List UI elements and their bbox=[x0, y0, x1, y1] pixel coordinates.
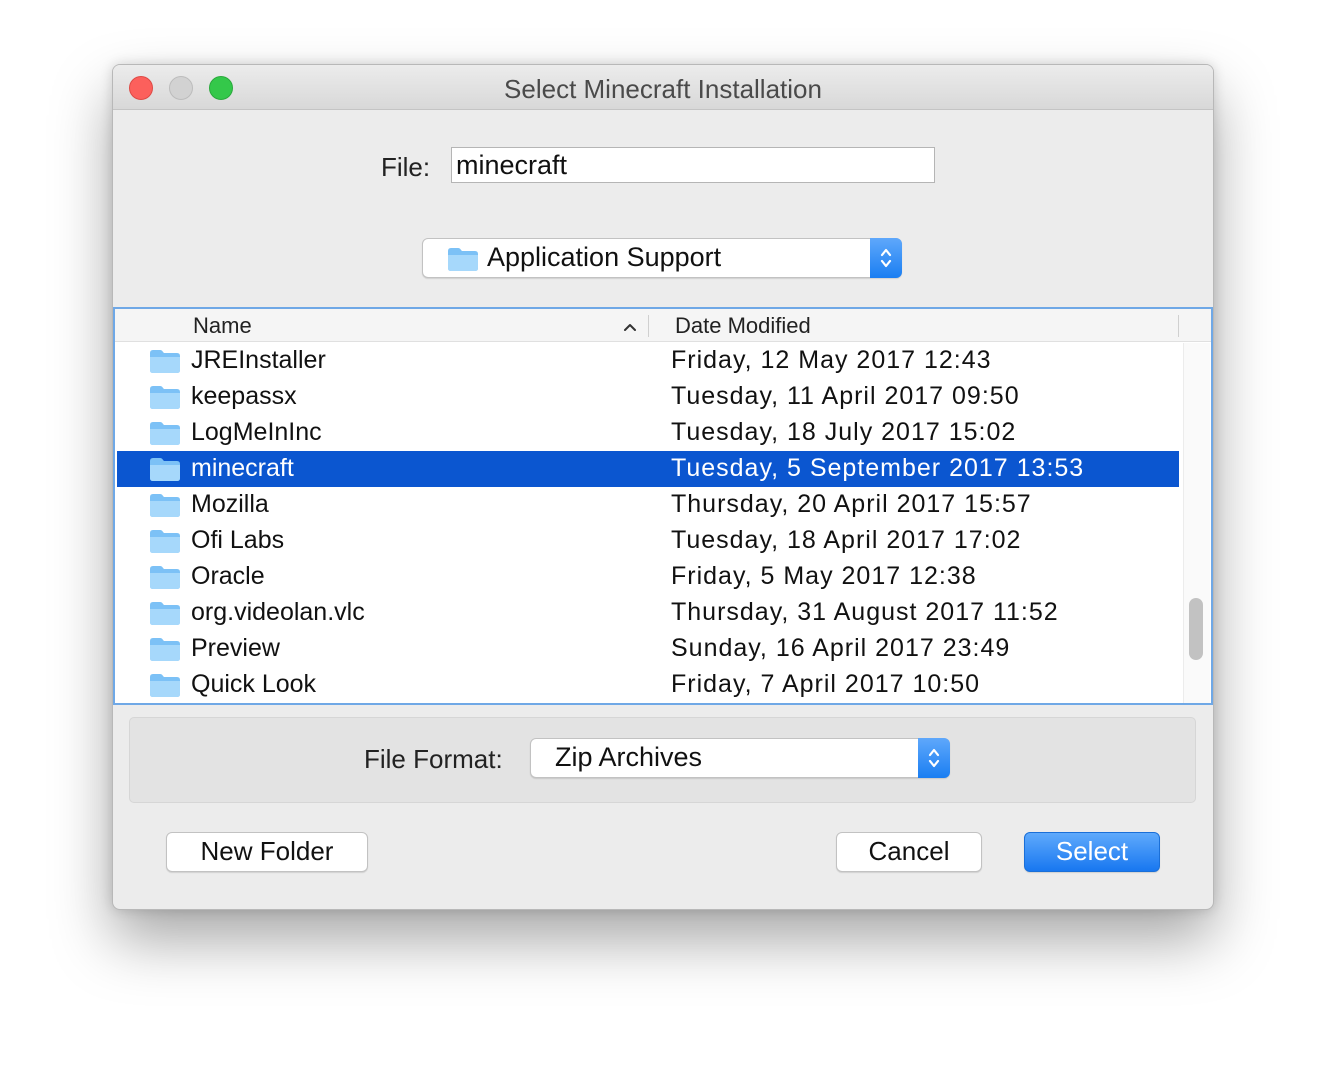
header-divider bbox=[1178, 315, 1179, 337]
list-row[interactable]: LogMeInInc Tuesday, 18 July 2017 15:02 bbox=[117, 415, 1179, 451]
list-row[interactable]: Mozilla Thursday, 20 April 2017 15:57 bbox=[117, 487, 1179, 523]
list-row[interactable]: minecraft Tuesday, 5 September 2017 13:53 bbox=[117, 451, 1179, 487]
title-bar: Select Minecraft Installation bbox=[113, 65, 1213, 110]
folder-icon bbox=[149, 528, 181, 559]
folder-icon bbox=[149, 456, 181, 487]
row-name: Preview bbox=[191, 634, 280, 662]
list-row[interactable]: Preview Sunday, 16 April 2017 23:49 bbox=[117, 631, 1179, 667]
row-name: LogMeInInc bbox=[191, 418, 322, 446]
list-row[interactable]: org.videolan.vlc Thursday, 31 August 2017… bbox=[117, 595, 1179, 631]
row-name: Quick Look bbox=[191, 670, 317, 698]
row-date-modified: Friday, 5 May 2017 12:38 bbox=[671, 562, 977, 590]
folder-icon bbox=[149, 384, 181, 415]
file-list[interactable]: Name Date Modified JREInstaller Friday, 1… bbox=[113, 307, 1213, 705]
row-name: Mozilla bbox=[191, 490, 269, 518]
location-popup[interactable]: Application Support bbox=[422, 238, 902, 278]
row-name: minecraft bbox=[191, 454, 294, 482]
row-date-modified: Friday, 12 May 2017 12:43 bbox=[671, 346, 992, 374]
file-format-popup[interactable]: Zip Archives bbox=[530, 738, 950, 778]
row-name: keepassx bbox=[191, 382, 297, 410]
row-date-modified: Friday, 7 April 2017 10:50 bbox=[671, 670, 981, 698]
row-date-modified: Tuesday, 11 April 2017 09:50 bbox=[671, 382, 1020, 410]
folder-icon bbox=[149, 636, 181, 667]
file-format-value: Zip Archives bbox=[555, 742, 703, 772]
folder-icon bbox=[447, 246, 479, 277]
location-label: Application Support bbox=[487, 242, 722, 272]
file-format-panel: File Format: Zip Archives bbox=[129, 717, 1196, 803]
file-name-input[interactable] bbox=[451, 147, 935, 183]
folder-icon bbox=[149, 492, 181, 523]
folder-icon bbox=[149, 600, 181, 631]
updown-arrows-icon bbox=[918, 738, 950, 778]
file-chooser-dialog: Select Minecraft Installation File: Appl… bbox=[112, 64, 1214, 910]
row-date-modified: Sunday, 16 April 2017 23:49 bbox=[671, 634, 1011, 662]
row-name: org.videolan.vlc bbox=[191, 598, 365, 626]
list-header: Name Date Modified bbox=[115, 309, 1211, 342]
select-button[interactable]: Select bbox=[1024, 832, 1160, 872]
column-header-date-modified[interactable]: Date Modified bbox=[675, 313, 811, 339]
row-name: JREInstaller bbox=[191, 346, 326, 374]
list-row[interactable]: Oracle Friday, 5 May 2017 12:38 bbox=[117, 559, 1179, 595]
header-divider bbox=[648, 315, 649, 337]
sort-ascending-icon bbox=[623, 319, 637, 337]
window-title: Select Minecraft Installation bbox=[504, 74, 822, 104]
folder-icon bbox=[149, 348, 181, 379]
list-row[interactable]: keepassx Tuesday, 11 April 2017 09:50 bbox=[117, 379, 1179, 415]
list-row[interactable]: JREInstaller Friday, 12 May 2017 12:43 bbox=[117, 343, 1179, 379]
list-row[interactable]: Quick Look Friday, 7 April 2017 10:50 bbox=[117, 667, 1179, 703]
row-date-modified: Thursday, 31 August 2017 11:52 bbox=[671, 598, 1059, 626]
folder-icon bbox=[149, 564, 181, 595]
folder-icon bbox=[149, 420, 181, 451]
updown-arrows-icon bbox=[870, 238, 902, 278]
row-date-modified: Tuesday, 5 September 2017 13:53 bbox=[671, 454, 1085, 482]
list-row[interactable]: Ofi Labs Tuesday, 18 April 2017 17:02 bbox=[117, 523, 1179, 559]
column-header-name[interactable]: Name bbox=[193, 313, 252, 339]
list-rows: JREInstaller Friday, 12 May 2017 12:43 kee… bbox=[117, 343, 1179, 703]
row-name: Ofi Labs bbox=[191, 526, 285, 554]
cancel-button[interactable]: Cancel bbox=[836, 832, 982, 872]
vertical-scrollbar[interactable] bbox=[1183, 343, 1210, 703]
file-label: File: bbox=[381, 152, 431, 182]
new-folder-button[interactable]: New Folder bbox=[166, 832, 368, 872]
row-date-modified: Tuesday, 18 July 2017 15:02 bbox=[671, 418, 1017, 446]
row-name: Oracle bbox=[191, 562, 265, 590]
row-date-modified: Tuesday, 18 April 2017 17:02 bbox=[671, 526, 1022, 554]
scrollbar-thumb[interactable] bbox=[1189, 598, 1203, 660]
row-date-modified: Thursday, 20 April 2017 15:57 bbox=[671, 490, 1032, 518]
file-format-label: File Format: bbox=[364, 744, 503, 774]
folder-icon bbox=[149, 672, 181, 703]
